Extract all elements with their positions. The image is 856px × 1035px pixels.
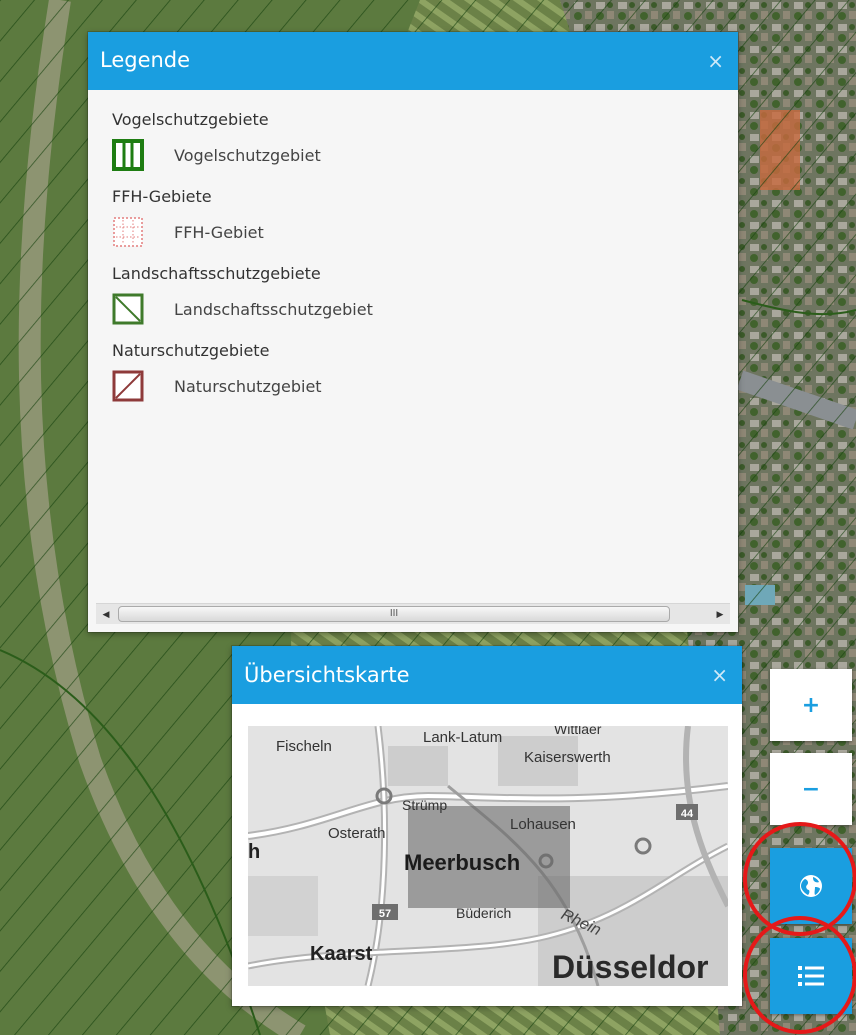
- overview-minimap[interactable]: Fischeln Lank-Latum Wittlaer Kaiserswert…: [248, 726, 728, 986]
- legend-title: Legende: [100, 48, 191, 72]
- legend-body: Vogelschutzgebiete Vogelschutzgebiet FFH…: [88, 90, 738, 402]
- bird-protection-swatch-icon: [112, 139, 144, 171]
- legend-item: Naturschutzgebiet: [112, 370, 738, 402]
- road-shield-57: 57: [379, 908, 391, 920]
- map-label-fischeln: Fischeln: [276, 738, 332, 755]
- legend-item: Vogelschutzgebiet: [112, 139, 738, 171]
- map-label-h: h: [248, 841, 260, 863]
- map-label-osterath: Osterath: [328, 825, 386, 842]
- ffh-swatch-icon: [113, 217, 143, 247]
- scroll-right-arrow-icon[interactable]: ▶: [710, 604, 730, 624]
- legend-group-title: FFH-Gebiete: [112, 187, 212, 206]
- legend-item: FFH-Gebiet: [112, 216, 738, 248]
- map-label-struemp: Strümp: [402, 797, 447, 813]
- legend-group-naturschutz: Naturschutzgebiete Naturschutzgebiet: [112, 341, 738, 402]
- legend-item-label: Vogelschutzgebiet: [174, 145, 321, 165]
- overview-map-panel: Übersichtskarte × Fischeln Lank-Latum Wi…: [232, 646, 742, 1006]
- overview-title: Übersichtskarte: [244, 663, 410, 687]
- legend-group-title: Naturschutzgebiete: [112, 341, 270, 360]
- list-icon: [798, 966, 824, 986]
- map-label-kaiserswerth: Kaiserswerth: [524, 749, 611, 766]
- legend-group-title: Landschaftsschutzgebiete: [112, 264, 321, 283]
- map-label-wittlaer: Wittlaer: [554, 726, 602, 737]
- map-label-duesseldorf: Düsseldor: [552, 949, 708, 985]
- legend-group-title: Vogelschutzgebiete: [112, 110, 269, 129]
- map-label-lank-latum: Lank-Latum: [423, 729, 502, 746]
- legend-group-vogelschutz: Vogelschutzgebiete Vogelschutzgebiet: [112, 110, 738, 171]
- road-shield-44: 44: [681, 808, 694, 820]
- overview-map-toggle-button[interactable]: [770, 848, 852, 924]
- map-label-buederich: Büderich: [456, 905, 511, 921]
- scroll-left-arrow-icon[interactable]: ◀: [96, 604, 116, 624]
- overview-close-icon[interactable]: ×: [711, 665, 728, 685]
- map-label-meerbusch: Meerbusch: [404, 850, 520, 875]
- zoom-out-button[interactable]: −: [770, 753, 852, 825]
- landscape-protection-swatch-icon: [112, 293, 144, 325]
- zoom-in-button[interactable]: +: [770, 669, 852, 741]
- legend-group-landschaftsschutz: Landschaftsschutzgebiete Landschaftsschu…: [112, 264, 738, 325]
- legend-close-icon[interactable]: ×: [707, 51, 724, 71]
- legend-item-label: Landschaftsschutzgebiet: [174, 299, 373, 319]
- map-label-lohausen: Lohausen: [510, 816, 576, 833]
- legend-item: Landschaftsschutzgebiet: [112, 293, 738, 325]
- legend-panel: Legende × Vogelschutzgebiete Vogelschutz…: [88, 32, 738, 632]
- scrollbar-thumb[interactable]: III: [118, 606, 670, 622]
- legend-group-ffh: FFH-Gebiete FFH-Gebiet: [112, 187, 738, 248]
- nature-reserve-swatch-icon: [112, 370, 144, 402]
- legend-toggle-button[interactable]: [770, 938, 852, 1014]
- legend-header: Legende ×: [88, 32, 738, 90]
- legend-item-label: FFH-Gebiet: [174, 222, 264, 242]
- legend-item-label: Naturschutzgebiet: [174, 376, 322, 396]
- legend-horizontal-scrollbar[interactable]: ◀ III ▶: [96, 603, 730, 624]
- map-label-kaarst: Kaarst: [310, 943, 373, 965]
- overview-header: Übersichtskarte ×: [232, 646, 742, 704]
- globe-icon: [800, 875, 822, 897]
